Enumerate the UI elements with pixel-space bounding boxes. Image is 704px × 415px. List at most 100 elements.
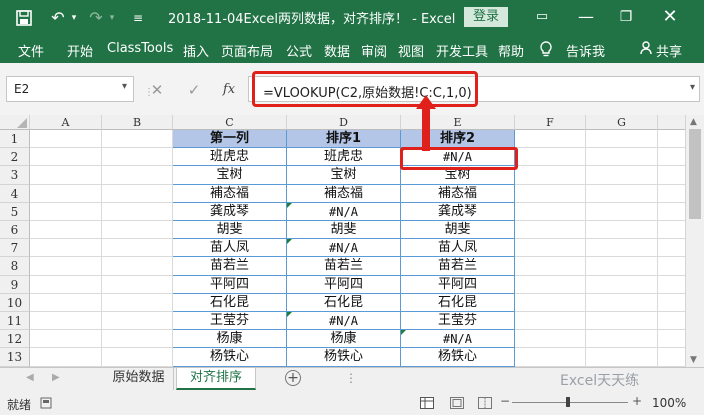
grid-cell[interactable] [515,312,586,331]
grid-cell[interactable] [658,312,688,331]
zoom-out-icon[interactable]: − [500,394,510,408]
grid-cell[interactable] [30,330,102,349]
table-cell[interactable]: 王莹芬 [173,312,287,331]
lightbulb-icon[interactable] [540,41,552,61]
row-header-13[interactable]: 13 [0,348,30,367]
chevron-down-icon[interactable]: ▾ [122,81,127,92]
minimize-icon[interactable]: — [572,4,600,30]
sheet-tab-source[interactable]: 原始数据 [104,368,174,390]
grid-cell[interactable] [30,202,102,221]
grid-cell[interactable] [102,184,173,203]
redo-dropdown-icon[interactable]: ▾ [100,6,124,30]
grid-cell[interactable] [30,221,102,240]
grid-cell[interactable] [102,221,173,240]
zoom-slider-track[interactable] [512,402,628,403]
grid-cell[interactable] [30,184,102,203]
grid-cell[interactable] [30,293,102,312]
table-cell[interactable]: 平阿四 [401,275,515,294]
row-header-1[interactable]: 1 [0,130,30,149]
grid-cell[interactable] [30,166,102,185]
table-cell[interactable]: 石化昆 [287,293,401,312]
table-cell[interactable]: 杨铁心 [401,348,515,367]
tab-file[interactable]: 文件 [18,41,44,60]
tell-me-search[interactable]: 告诉我 [566,41,605,60]
name-box[interactable]: E2 ▾ [6,76,134,102]
zoom-slider-thumb[interactable] [566,397,570,407]
tab-review[interactable]: 审阅 [361,41,387,60]
grid-cell[interactable] [515,275,586,294]
row-header-10[interactable]: 10 [0,293,30,312]
tab-scroll-left-icon[interactable]: ◀ [26,372,34,383]
column-header-a[interactable]: A [30,115,102,130]
grid-cell[interactable] [102,202,173,221]
table-cell[interactable]: 胡斐 [173,221,287,240]
table-cell[interactable]: #N/A [401,330,515,349]
expand-formula-icon[interactable]: ▾ [690,82,695,93]
row-header-12[interactable]: 12 [0,330,30,349]
scroll-up-icon[interactable]: ▲ [690,117,697,127]
row-header-9[interactable]: 9 [0,275,30,294]
grid-cell[interactable] [586,348,658,367]
grid-cell[interactable] [515,330,586,349]
table-cell[interactable]: 苗若兰 [173,257,287,276]
grid-cell[interactable] [658,184,688,203]
grid-cell[interactable] [658,239,688,258]
grid-cell[interactable] [102,348,173,367]
grid-cell[interactable] [515,166,586,185]
grid-cell[interactable] [102,312,173,331]
grid-cell[interactable] [30,130,102,149]
table-cell[interactable]: 龚成琴 [173,202,287,221]
grid-cell[interactable] [515,130,586,149]
table-cell[interactable]: 班虎忠 [287,148,401,167]
tab-view[interactable]: 视图 [398,41,424,60]
grid-cell[interactable] [515,293,586,312]
table-header-cell[interactable]: 排序1 [287,130,401,149]
grid-cell[interactable] [658,257,688,276]
grid-cell[interactable] [30,312,102,331]
row-header-7[interactable]: 7 [0,239,30,258]
enter-check-icon[interactable]: ✓ [183,79,205,101]
grid-cell[interactable] [658,166,688,185]
table-cell[interactable]: 宝树 [173,166,287,185]
table-cell[interactable]: 苗人凤 [401,239,515,258]
grid-cell[interactable] [658,330,688,349]
select-all-corner[interactable] [0,115,30,130]
page-layout-view-icon[interactable] [450,397,464,409]
table-cell[interactable]: 苗人凤 [173,239,287,258]
column-header-c[interactable]: C [173,115,287,130]
vertical-scrollbar[interactable]: ▲ ▼ [685,115,704,367]
table-cell[interactable]: 杨铁心 [287,348,401,367]
close-icon[interactable]: ✕ [656,4,684,30]
table-cell[interactable]: 胡斐 [401,221,515,240]
grid-cell[interactable] [515,148,586,167]
grid-cell[interactable] [658,275,688,294]
grid-cell[interactable] [515,257,586,276]
grid-cell[interactable] [586,184,658,203]
row-header-8[interactable]: 8 [0,257,30,276]
tab-insert[interactable]: 插入 [183,41,209,60]
grid-cell[interactable] [586,257,658,276]
cancel-icon[interactable]: ✕ [146,79,168,101]
zoom-in-icon[interactable]: + [632,394,642,408]
tab-home[interactable]: 开始 [67,41,93,60]
tab-help[interactable]: 帮助 [498,41,524,60]
macro-record-icon[interactable] [40,397,52,409]
scroll-down-icon[interactable]: ▼ [690,355,697,365]
tab-split-handle-icon[interactable]: ⋮ [345,371,357,385]
table-cell[interactable]: 胡斐 [287,221,401,240]
table-cell[interactable]: #N/A [287,239,401,258]
tab-page-layout[interactable]: 页面布局 [221,41,273,60]
save-icon[interactable] [12,6,36,30]
table-cell[interactable]: 苗若兰 [287,257,401,276]
grid-cell[interactable] [102,330,173,349]
table-cell[interactable]: 補态福 [287,184,401,203]
normal-view-icon[interactable] [420,397,434,409]
grid-cell[interactable] [586,275,658,294]
tab-classtools[interactable]: ClassTools [107,41,173,56]
grid-cell[interactable] [515,202,586,221]
sheet-tab-active[interactable]: 对齐排序 [176,368,256,390]
customize-toolbar-icon[interactable]: ≡ [126,6,150,30]
grid-cell[interactable] [658,130,688,149]
table-cell[interactable]: #N/A [287,202,401,221]
grid-cell[interactable] [586,312,658,331]
